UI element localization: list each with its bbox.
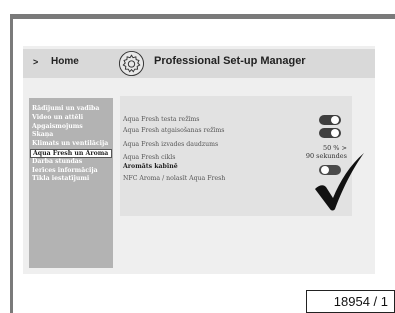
sidebar-item-lighting[interactable]: Apgaismojums	[30, 123, 112, 132]
page-title: Professional Set-up Manager	[154, 55, 306, 67]
setting-row-cycle[interactable]: Aqua Fresh cikls	[123, 153, 175, 162]
reference-number-box: 18954 / 1	[306, 290, 395, 313]
sidebar-item-displays-controls[interactable]: Rādījumi un vadība	[30, 105, 112, 114]
setting-row-purge-mode[interactable]: Aqua Fresh atgaisošanas režīms	[123, 126, 224, 135]
toggle-purge-mode[interactable]	[319, 128, 341, 138]
sidebar-menu: Rādījumi un vadība Video un attēli Apgai…	[29, 98, 113, 268]
toggle-test-mode[interactable]	[319, 115, 341, 125]
setting-row-output-amount[interactable]: Aqua Fresh izvades daudzums	[123, 140, 218, 149]
checkmark-icon	[315, 153, 364, 211]
home-arrow-icon[interactable]: >	[33, 57, 38, 67]
gear-icon	[118, 50, 145, 77]
toggle-knob	[331, 116, 339, 124]
home-link[interactable]: Home	[51, 56, 79, 67]
page-frame-top	[10, 14, 395, 19]
sidebar-item-sound[interactable]: Skaņa	[30, 131, 112, 140]
sidebar-item-network-settings[interactable]: Tīkla iestatījumi	[30, 175, 112, 184]
header-bar: > Home Professional Set-up Manager	[23, 49, 375, 78]
setting-label: Aqua Fresh testa režīms	[123, 116, 200, 123]
toggle-knob	[331, 129, 339, 137]
setting-label: Aromāts kabīnē	[123, 163, 178, 170]
setting-label: NFC Aroma / nolasīt Aqua Fresh	[123, 175, 226, 182]
setting-row-nfc-aroma[interactable]: NFC Aroma / nolasīt Aqua Fresh	[123, 174, 225, 183]
setting-label: Aqua Fresh izvades daudzums	[123, 141, 219, 148]
setting-row-cabin-aroma[interactable]: Aromāts kabīnē	[123, 162, 178, 171]
setting-row-test-mode[interactable]: Aqua Fresh testa režīms	[123, 115, 199, 124]
reference-number: 18954 / 1	[333, 294, 388, 309]
setting-label: Aqua Fresh cikls	[123, 154, 176, 161]
page-frame-left	[10, 14, 13, 313]
sidebar-item-video-images[interactable]: Video un attēli	[30, 114, 112, 123]
sidebar-item-aqua-fresh-aroma[interactable]: Aqua Fresh un Aroma	[30, 148, 112, 158]
sidebar-item-device-info[interactable]: Ierīces informācija	[30, 167, 112, 176]
setting-label: Aqua Fresh atgaisošanas režīms	[123, 127, 225, 134]
sidebar-item-operating-hours[interactable]: Darba stundas	[30, 158, 112, 167]
sidebar-item-climate[interactable]: Klimats un ventilācija	[30, 140, 112, 149]
